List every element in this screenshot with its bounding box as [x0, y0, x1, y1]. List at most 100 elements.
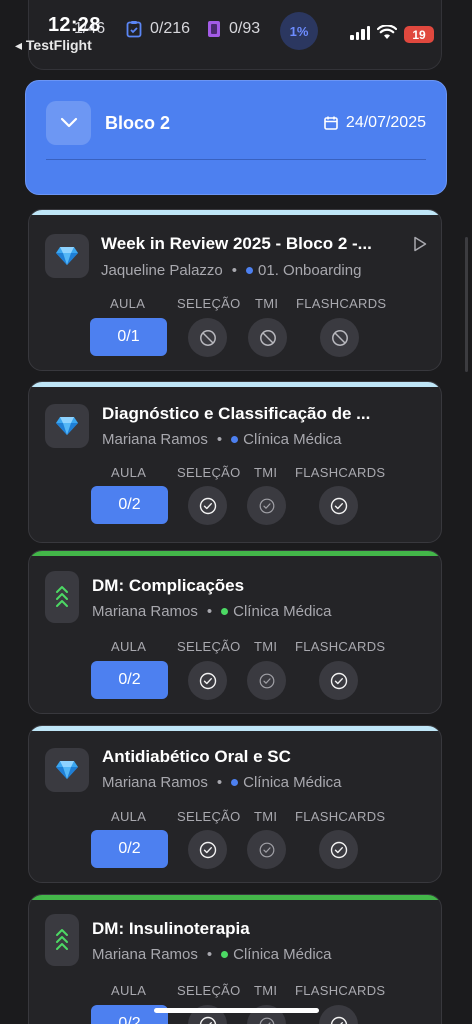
aula-progress-button[interactable]: 0/2 — [91, 661, 168, 699]
meta-separator: • — [206, 946, 213, 963]
card-accent-bar — [29, 382, 441, 387]
aula-label: AULA — [110, 296, 146, 311]
check-icon — [199, 497, 216, 514]
flashcards-label: FLASHCARDS — [296, 296, 387, 311]
lesson-author: Mariana Ramos — [102, 431, 208, 448]
blocked-icon — [199, 329, 216, 346]
category-dot — [221, 608, 229, 615]
tmi-status-button[interactable] — [248, 318, 287, 357]
questions-stat-value: 0/216 — [150, 20, 191, 37]
home-indicator[interactable] — [154, 1008, 319, 1013]
aula-progress-button[interactable]: 0/2 — [91, 830, 168, 868]
aula-label: AULA — [111, 639, 147, 654]
category-dot — [246, 267, 254, 274]
chevron-down-icon — [60, 117, 77, 128]
lesson-type-badge — [45, 914, 79, 966]
selecao-label: SELEÇÃO — [177, 296, 241, 311]
aula-label: AULA — [111, 809, 147, 824]
lesson-title: DM: Insulinoterapia — [92, 919, 250, 938]
lesson-meta: Mariana Ramos • Clínica Médica — [102, 774, 342, 791]
tmi-label: TMI — [254, 465, 278, 480]
lesson-category: 01. Onboarding — [258, 262, 362, 279]
tmi-status-button[interactable] — [247, 830, 286, 869]
flashcards-status-button[interactable] — [320, 318, 359, 357]
selecao-label: SELEÇÃO — [177, 809, 241, 824]
clipboard-check-icon — [126, 21, 142, 38]
lesson-author: Jaqueline Palazzo — [101, 262, 223, 279]
scrollbar[interactable] — [465, 237, 468, 372]
category-dot — [221, 951, 229, 958]
tmi-status-button[interactable] — [247, 486, 286, 525]
check-icon — [199, 841, 216, 858]
lesson-card[interactable]: Week in Review 2025 - Bloco 2 -... Jaquel… — [28, 209, 442, 371]
flashcards-status-button[interactable] — [319, 830, 358, 869]
triple-chevron-up-icon — [56, 929, 68, 950]
back-to-testflight[interactable]: ◂ TestFlight — [15, 37, 92, 54]
card-accent-bar — [29, 895, 441, 900]
card-accent-bar — [29, 726, 441, 731]
diamond-icon — [56, 247, 78, 265]
block-header[interactable]: Bloco 2 24/07/2025 — [25, 80, 447, 195]
lesson-card[interactable]: DM: Complicações Mariana Ramos • Clínica Mé… — [28, 550, 442, 714]
meta-separator: • — [206, 603, 213, 620]
flashcards-label: FLASHCARDS — [295, 639, 386, 654]
selecao-status-button[interactable] — [188, 318, 227, 357]
tmi-label: TMI — [254, 639, 278, 654]
lesson-author: Mariana Ramos — [92, 946, 198, 963]
lesson-title: Diagnóstico e Classificação de ... — [102, 404, 371, 423]
lesson-type-badge — [45, 748, 89, 792]
lesson-card[interactable]: Diagnóstico e Classificação de ... Marian… — [28, 381, 442, 543]
selecao-status-button[interactable] — [188, 486, 227, 525]
check-icon — [330, 841, 347, 858]
check-icon — [259, 673, 274, 688]
lesson-title: Week in Review 2025 - Bloco 2 -... — [101, 234, 372, 253]
tmi-status-button[interactable] — [247, 661, 286, 700]
flashcards-status-button[interactable] — [319, 486, 358, 525]
lesson-card[interactable]: Antidiabético Oral e SC Mariana Ramos • Clí… — [28, 725, 442, 883]
lesson-type-badge — [45, 234, 89, 278]
flashcards-status-button[interactable] — [319, 1005, 358, 1024]
diamond-icon — [56, 417, 78, 435]
lesson-meta: Mariana Ramos • Clínica Médica — [92, 603, 332, 620]
wifi-icon — [377, 25, 397, 39]
diamond-icon — [56, 761, 78, 779]
category-dot — [231, 436, 239, 443]
lesson-card[interactable]: DM: Insulinoterapia Mariana Ramos • Clínica… — [28, 894, 442, 1024]
battery-indicator: 19 — [404, 26, 434, 43]
flashcards-label: FLASHCARDS — [295, 983, 386, 998]
lesson-author: Mariana Ramos — [102, 774, 208, 791]
flashcards-label: FLASHCARDS — [295, 809, 386, 824]
aula-progress-button[interactable]: 0/1 — [90, 318, 167, 356]
check-icon — [259, 1017, 274, 1024]
flashcards-label: FLASHCARDS — [295, 465, 386, 480]
flashcards-stat: 0/93 — [207, 20, 260, 38]
tmi-label: TMI — [254, 809, 278, 824]
selecao-label: SELEÇÃO — [177, 983, 241, 998]
lesson-meta: Mariana Ramos • Clínica Médica — [102, 431, 342, 448]
card-accent-bar — [29, 210, 441, 215]
tmi-label: TMI — [255, 296, 279, 311]
card-accent-bar — [29, 551, 441, 556]
meta-separator: • — [231, 262, 238, 279]
check-icon — [330, 1016, 347, 1024]
block-collapse-button[interactable] — [46, 101, 91, 145]
selecao-status-button[interactable] — [188, 661, 227, 700]
lesson-category: Clínica Médica — [233, 946, 332, 963]
status-time: 12:28 — [48, 14, 101, 36]
aula-label: AULA — [111, 465, 147, 480]
lesson-title: Antidiabético Oral e SC — [102, 747, 291, 766]
lesson-type-badge — [45, 571, 79, 623]
questions-stat: 0/216 — [126, 20, 190, 38]
play-icon[interactable] — [413, 236, 427, 252]
category-dot — [231, 779, 239, 786]
check-icon — [330, 672, 347, 689]
lesson-category: Clínica Médica — [233, 603, 332, 620]
check-icon — [199, 672, 216, 689]
flashcards-status-button[interactable] — [319, 661, 358, 700]
overall-progress-badge[interactable]: 1% — [280, 12, 318, 50]
selecao-label: SELEÇÃO — [177, 465, 241, 480]
selecao-status-button[interactable] — [188, 830, 227, 869]
aula-progress-button[interactable]: 0/2 — [91, 486, 168, 524]
cellular-signal-icon — [350, 26, 370, 40]
lesson-meta: Mariana Ramos • Clínica Médica — [92, 946, 332, 963]
